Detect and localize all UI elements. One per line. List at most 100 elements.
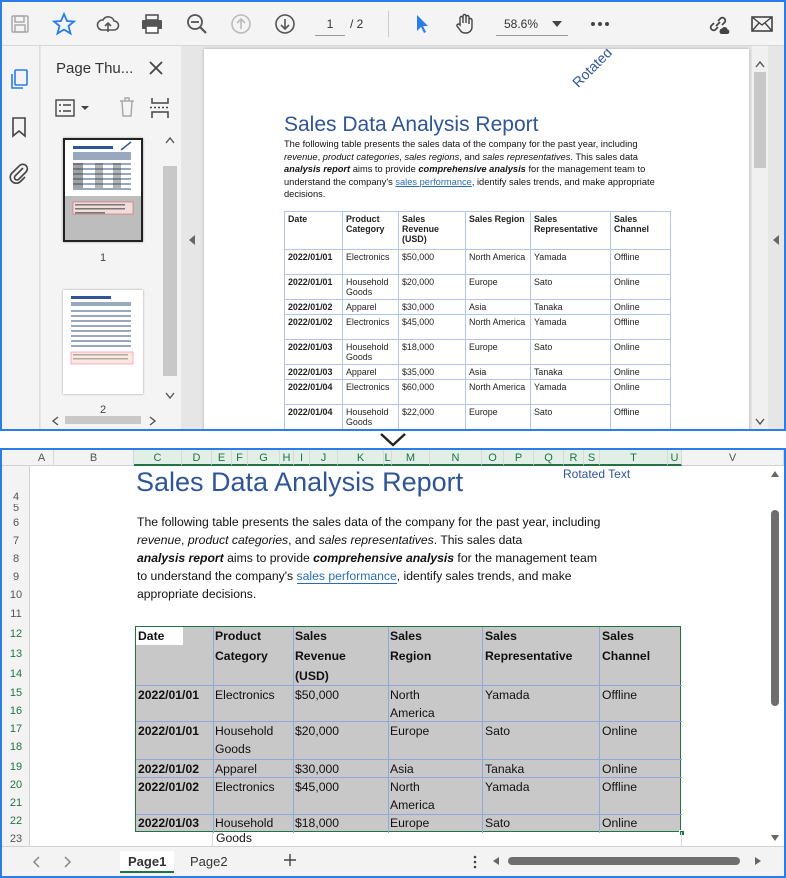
print-icon[interactable] xyxy=(138,10,166,38)
sales-performance-link[interactable]: sales performance xyxy=(395,177,471,187)
thumbnail-page-1[interactable] xyxy=(63,138,143,242)
scroll-down-icon[interactable] xyxy=(770,834,780,842)
scroll-left-icon[interactable] xyxy=(51,416,59,426)
column-header[interactable]: C xyxy=(134,450,182,466)
page-thumbnails-icon[interactable] xyxy=(8,68,30,92)
column-header[interactable]: S xyxy=(584,450,600,466)
zoom-dropdown[interactable]: 58.6% xyxy=(496,12,568,36)
previous-sheet-icon[interactable] xyxy=(32,856,40,868)
row-header[interactable]: 14 xyxy=(2,664,30,684)
selected-table-range[interactable]: Date Product Category Sales Revenue (USD… xyxy=(135,626,685,836)
column-header[interactable]: M xyxy=(392,450,430,466)
tab-options-icon[interactable] xyxy=(472,855,478,869)
bookmark-star-icon[interactable] xyxy=(50,10,78,38)
row-header[interactable]: 11 xyxy=(2,604,30,624)
zoom-out-icon[interactable] xyxy=(183,10,211,38)
row-header[interactable]: 7 xyxy=(2,532,30,550)
column-header[interactable]: I xyxy=(294,450,310,466)
collapse-panel-icon[interactable] xyxy=(188,234,196,246)
next-page-icon[interactable] xyxy=(271,10,299,38)
more-options-icon[interactable] xyxy=(586,10,614,38)
column-header[interactable]: B xyxy=(54,450,134,466)
close-icon[interactable] xyxy=(146,58,166,78)
sheet-tab-page1[interactable]: Page1 xyxy=(120,851,175,873)
column-header[interactable]: P xyxy=(504,450,534,466)
scroll-up-icon[interactable] xyxy=(770,470,780,478)
thumbnail-scrollbar[interactable] xyxy=(163,130,177,420)
column-header[interactable]: J xyxy=(310,450,338,466)
row-header[interactable]: 19 xyxy=(2,758,30,776)
column-header[interactable]: G xyxy=(248,450,280,466)
column-header[interactable]: U xyxy=(668,450,682,466)
hand-tool-icon[interactable] xyxy=(451,10,479,38)
cell-date: 2022/01/03 xyxy=(138,816,199,830)
column-header[interactable]: E xyxy=(212,450,232,466)
column-header[interactable]: F xyxy=(232,450,248,466)
row-header[interactable]: 9 xyxy=(2,568,30,586)
add-sheet-icon[interactable] xyxy=(283,853,297,867)
row-header[interactable]: 16 xyxy=(2,702,30,720)
scroll-up-icon[interactable] xyxy=(755,60,765,68)
next-sheet-icon[interactable] xyxy=(64,856,72,868)
column-header[interactable]: H xyxy=(280,450,294,466)
document-scroll-thumb[interactable] xyxy=(754,72,766,168)
save-icon[interactable] xyxy=(6,10,34,38)
expand-panel-icon[interactable] xyxy=(772,234,780,246)
thumbnail-label-1: 1 xyxy=(100,252,107,264)
column-header[interactable]: L xyxy=(384,450,392,466)
document-scrollbar[interactable] xyxy=(752,46,768,429)
sheet-vertical-scrollbar[interactable] xyxy=(766,466,784,846)
sales-performance-link[interactable]: sales performance xyxy=(296,569,397,584)
thumbnail-hscroll-thumb[interactable] xyxy=(65,416,141,424)
row-header[interactable]: 17 xyxy=(2,720,30,738)
row-header[interactable]: 13 xyxy=(2,644,30,664)
email-icon[interactable] xyxy=(748,10,776,38)
thumbnail-options-icon[interactable] xyxy=(55,98,91,118)
scroll-left-icon[interactable] xyxy=(492,856,500,866)
column-header[interactable]: K xyxy=(338,450,384,466)
row-header[interactable]: 15 xyxy=(2,684,30,702)
thumbnail-scroll-thumb[interactable] xyxy=(163,166,177,376)
scroll-down-icon[interactable] xyxy=(165,392,175,400)
previous-page-icon[interactable] xyxy=(227,10,255,38)
row-header[interactable]: 6 xyxy=(2,514,30,532)
chevron-down-icon xyxy=(552,21,562,27)
scroll-down-icon[interactable] xyxy=(755,418,765,426)
delete-page-icon[interactable] xyxy=(117,96,137,118)
insert-page-icon[interactable] xyxy=(149,96,171,120)
row-header[interactable]: 22 xyxy=(2,812,30,830)
column-header[interactable]: Q xyxy=(534,450,564,466)
row-header[interactable]: 4 xyxy=(2,490,30,504)
rotated-text: Rotated Text xyxy=(569,49,636,91)
upload-cloud-icon[interactable] xyxy=(94,10,122,38)
sheet-tab-page2[interactable]: Page2 xyxy=(182,851,236,873)
toolbar-separator xyxy=(388,11,389,37)
column-header[interactable]: O xyxy=(482,450,504,466)
thumbnail-hscrollbar[interactable] xyxy=(41,414,163,428)
row-header[interactable]: 5 xyxy=(2,504,30,514)
scroll-up-icon[interactable] xyxy=(165,136,175,144)
page-number-input[interactable]: 1 xyxy=(315,12,345,36)
column-header[interactable]: T xyxy=(600,450,668,466)
column-header[interactable]: D xyxy=(182,450,212,466)
row-header[interactable]: 10 xyxy=(2,586,30,604)
row-header[interactable]: 20 xyxy=(2,776,30,794)
row-header[interactable]: 12 xyxy=(2,624,30,644)
row-header[interactable]: 21 xyxy=(2,794,30,812)
select-pointer-icon[interactable] xyxy=(408,10,436,38)
column-header[interactable]: N xyxy=(430,450,482,466)
column-header[interactable]: V xyxy=(682,450,784,466)
scroll-right-icon[interactable] xyxy=(149,416,157,426)
row-header[interactable]: 8 xyxy=(2,550,30,568)
bookmarks-icon[interactable] xyxy=(10,116,28,138)
sheet-hscroll-thumb[interactable] xyxy=(508,857,740,865)
attachment-icon[interactable] xyxy=(8,162,30,184)
link-share-icon[interactable] xyxy=(704,10,732,38)
scroll-right-icon[interactable] xyxy=(754,856,762,866)
thumbnail-page-2[interactable] xyxy=(63,290,143,394)
sheet-scroll-thumb[interactable] xyxy=(771,510,779,706)
row-header[interactable]: 23 xyxy=(2,832,30,846)
column-header[interactable]: A xyxy=(30,450,54,466)
column-header[interactable]: R xyxy=(564,450,584,466)
row-header[interactable]: 18 xyxy=(2,738,30,756)
